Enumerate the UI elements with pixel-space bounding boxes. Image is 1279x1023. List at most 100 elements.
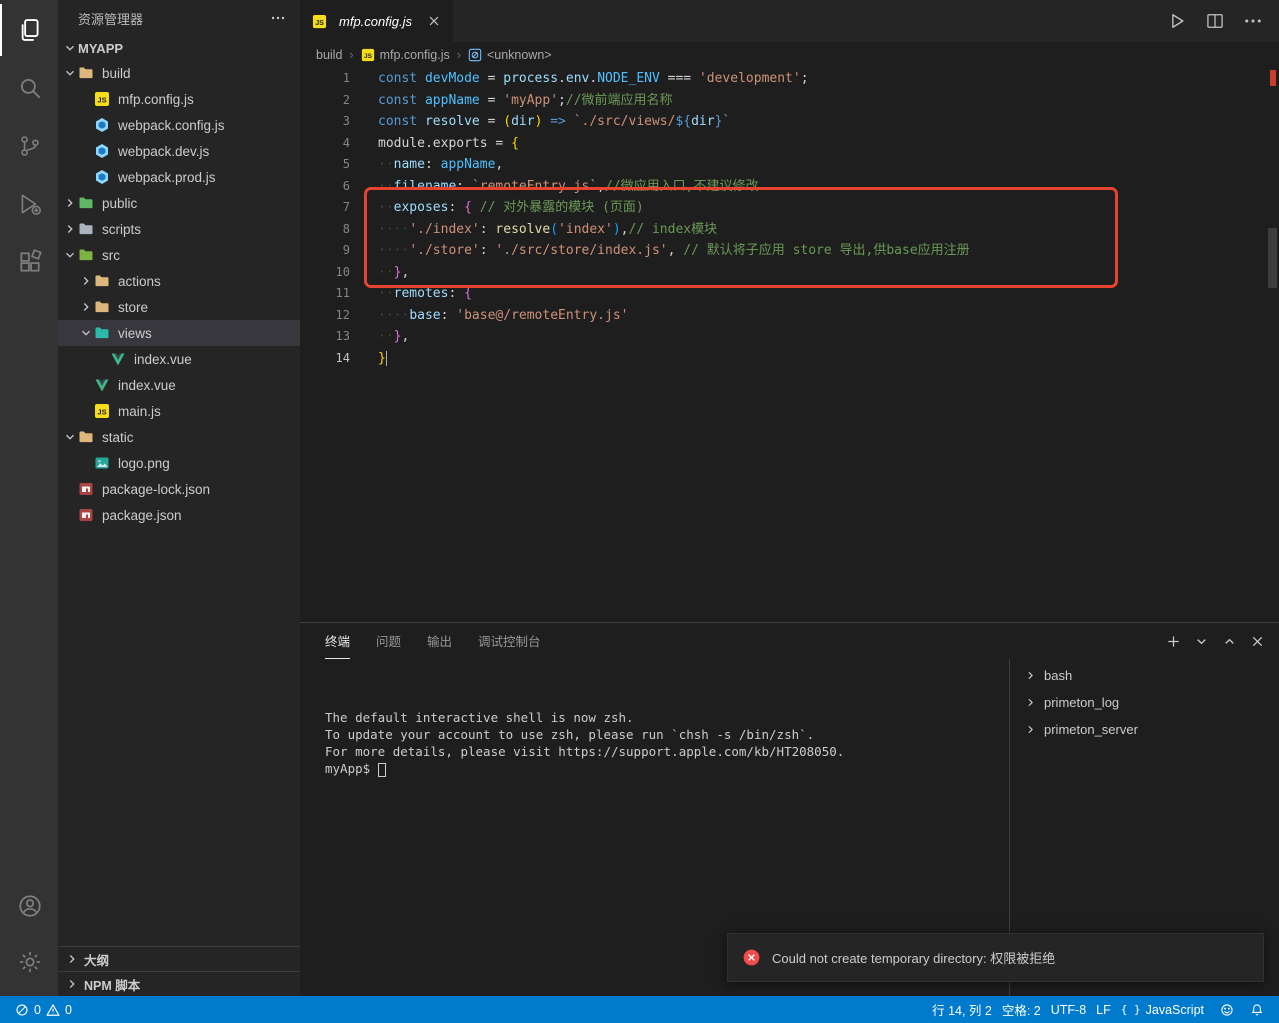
- maximize-panel-icon[interactable]: [1222, 634, 1237, 649]
- tree-item-webpack-dev-js[interactable]: webpack.dev.js: [58, 138, 300, 164]
- chevron-right-icon: [62, 195, 78, 211]
- activity-settings[interactable]: [0, 936, 58, 988]
- tree-item-label: webpack.prod.js: [118, 170, 216, 185]
- project-root-myapp[interactable]: MYAPP: [58, 36, 300, 60]
- breadcrumb-label: mfp.config.js: [380, 48, 450, 62]
- tree-item-index-vue[interactable]: index.vue: [58, 346, 300, 372]
- code-line: 9····'./store': './src/store/index.js', …: [300, 240, 1279, 262]
- vue-file-icon: [94, 377, 114, 393]
- breadcrumb-item-build[interactable]: build: [316, 48, 342, 62]
- folder-icon: [78, 65, 98, 81]
- status-eol[interactable]: LF: [1091, 996, 1116, 1023]
- notification-toast[interactable]: Could not create temporary directory: 权限…: [727, 933, 1264, 982]
- chevron-right-icon: [78, 299, 94, 315]
- tree-item-views[interactable]: views: [58, 320, 300, 346]
- tree-item-label: store: [118, 300, 148, 315]
- activity-run-debug[interactable]: [0, 178, 58, 230]
- explorer-icon: [17, 17, 43, 43]
- tree-item-store[interactable]: store: [58, 294, 300, 320]
- warning-count-icon: [46, 1003, 60, 1017]
- panel-tab-debug-console[interactable]: 调试控制台: [478, 623, 541, 659]
- activity-search[interactable]: [0, 62, 58, 114]
- tree-item-src[interactable]: src: [58, 242, 300, 268]
- line-number: 13: [300, 326, 350, 348]
- code-text: module.exports = {: [350, 133, 519, 155]
- tree-item-label: main.js: [118, 404, 161, 419]
- status-language[interactable]: { }JavaScript: [1116, 996, 1209, 1023]
- tree-item-label: mfp.config.js: [118, 92, 194, 107]
- panel-tab-terminal[interactable]: 终端: [325, 623, 350, 659]
- code-line: 10··},: [300, 262, 1279, 284]
- status-notifications[interactable]: [1245, 996, 1269, 1023]
- folder-icon: [94, 273, 114, 289]
- tree-item-actions[interactable]: actions: [58, 268, 300, 294]
- status-encoding-label: UTF-8: [1051, 1003, 1086, 1017]
- breadcrumb-item-mfp-config-js[interactable]: JSmfp.config.js: [361, 48, 450, 62]
- tree-item-package-lock-json[interactable]: package-lock.json: [58, 476, 300, 502]
- status-cursor-position[interactable]: 行 14, 列 2: [927, 996, 997, 1023]
- tree-item-label: index.vue: [134, 352, 192, 367]
- chevron-right-icon: [64, 951, 80, 967]
- npm-scripts-section-label: NPM 脚本: [84, 975, 140, 994]
- activity-account[interactable]: [0, 880, 58, 932]
- editor-more-actions-icon[interactable]: [1243, 11, 1263, 31]
- new-terminal-icon[interactable]: [1166, 634, 1181, 649]
- close-panel-icon[interactable]: [1250, 634, 1265, 649]
- activity-extensions[interactable]: [0, 236, 58, 288]
- chevron-down-icon: [78, 325, 94, 341]
- code-editor[interactable]: 1const devMode = process.env.NODE_ENV ==…: [300, 68, 1279, 622]
- code-line: 8····'./index': resolve('index'),// inde…: [300, 219, 1279, 241]
- warning-count: 0: [65, 1003, 72, 1017]
- status-problems[interactable]: 0 0: [10, 996, 77, 1023]
- editor-scrollbar[interactable]: [1265, 68, 1279, 622]
- npm-scripts-section[interactable]: NPM 脚本: [58, 971, 300, 996]
- tree-item-build[interactable]: build: [58, 60, 300, 86]
- tree-item-webpack-config-js[interactable]: webpack.config.js: [58, 112, 300, 138]
- run-button[interactable]: [1167, 11, 1187, 31]
- tree-item-package-json[interactable]: package.json: [58, 502, 300, 528]
- webpack-file-icon: [94, 169, 114, 185]
- code-line: 2const appName = 'myApp';//微前端应用名称: [300, 90, 1279, 112]
- terminal-cursor: [378, 763, 386, 777]
- editor-cursor: [386, 351, 388, 366]
- tree-item-index-vue[interactable]: index.vue: [58, 372, 300, 398]
- tree-item-webpack-prod-js[interactable]: webpack.prod.js: [58, 164, 300, 190]
- terminal-entry-primeton-server[interactable]: primeton_server: [1010, 716, 1279, 743]
- error-icon: [742, 948, 761, 967]
- code-text: const resolve = (dir) => `./src/views/${…: [350, 111, 730, 133]
- terminal-dropdown-icon[interactable]: [1194, 634, 1209, 649]
- panel-tab-problems[interactable]: 问题: [376, 623, 401, 659]
- code-line: 1const devMode = process.env.NODE_ENV ==…: [300, 68, 1279, 90]
- breadcrumb-item-unknown-symbol[interactable]: <unknown>: [468, 48, 552, 62]
- tree-item-scripts[interactable]: scripts: [58, 216, 300, 242]
- status-encoding[interactable]: UTF-8: [1046, 996, 1091, 1023]
- tab-bar: JS mfp.config.js: [300, 0, 1279, 42]
- code-text: ····'./store': './src/store/index.js', /…: [350, 240, 970, 262]
- tree-item-static[interactable]: static: [58, 424, 300, 450]
- tree-item-main-js[interactable]: JSmain.js: [58, 398, 300, 424]
- tab-mfp-config-js[interactable]: JS mfp.config.js: [300, 0, 453, 42]
- line-number: 5: [300, 154, 350, 176]
- status-indentation[interactable]: 空格: 2: [997, 996, 1046, 1023]
- tree-item-logo-png[interactable]: logo.png: [58, 450, 300, 476]
- tree-item-mfp-config-js[interactable]: JSmfp.config.js: [58, 86, 300, 112]
- code-lines: 1const devMode = process.env.NODE_ENV ==…: [300, 68, 1279, 369]
- status-feedback[interactable]: [1215, 996, 1239, 1023]
- tree-item-public[interactable]: public: [58, 190, 300, 216]
- activity-explorer[interactable]: [0, 4, 58, 56]
- code-text: ··name: appName,: [350, 154, 503, 176]
- line-number: 4: [300, 133, 350, 155]
- breadcrumb: build›JSmfp.config.js›<unknown>: [300, 42, 1279, 68]
- terminal-entry-bash[interactable]: bash: [1010, 662, 1279, 689]
- sidebar-more-actions-icon[interactable]: [270, 10, 286, 26]
- terminal-entry-primeton-log[interactable]: primeton_log: [1010, 689, 1279, 716]
- tab-close-icon[interactable]: [427, 14, 441, 28]
- code-text: }: [350, 348, 387, 370]
- activity-source-control[interactable]: [0, 120, 58, 172]
- outline-section[interactable]: 大纲: [58, 946, 300, 971]
- scrollbar-thumb[interactable]: [1268, 228, 1277, 288]
- panel-tab-output[interactable]: 输出: [427, 623, 452, 659]
- tree-item-label: scripts: [102, 222, 141, 237]
- npm-file-icon: [78, 481, 98, 497]
- split-editor-icon[interactable]: [1205, 11, 1225, 31]
